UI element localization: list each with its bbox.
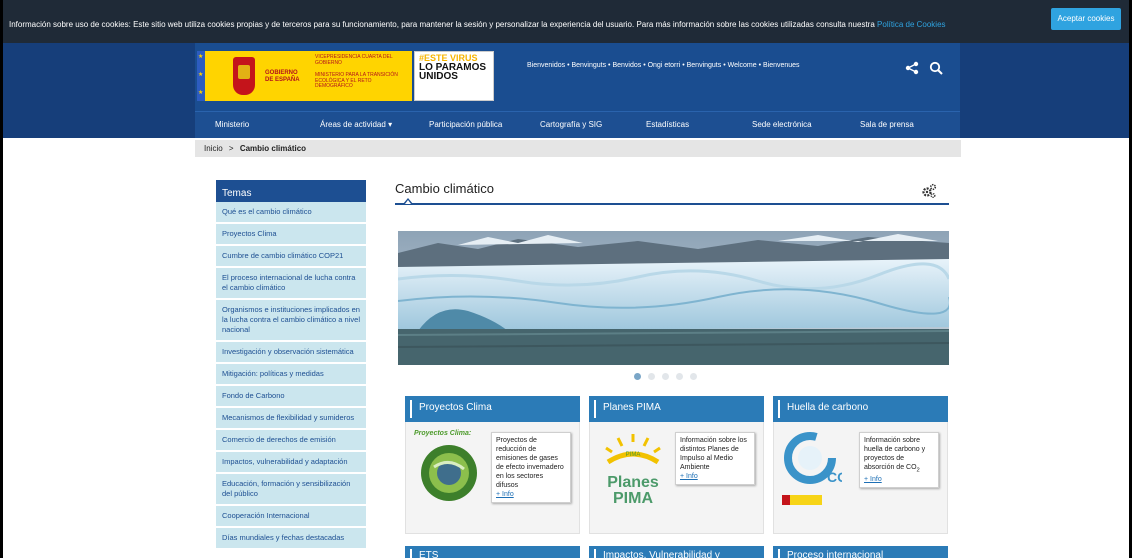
card-proceso-title[interactable]: Proceso internacional	[773, 546, 948, 558]
campaign-slogan: LO PARAMOS UNIDOS	[419, 62, 487, 82]
carousel-dots	[634, 367, 704, 380]
sidebar-item-mecanismos[interactable]: Mecanismos de flexibilidad y sumideros	[216, 408, 366, 430]
carousel-dot[interactable]	[662, 373, 669, 380]
nav-item-sede[interactable]: Sede electrónica	[752, 111, 812, 138]
glacier-image	[398, 231, 949, 365]
sidebar-item-impactos[interactable]: Impactos, vulnerabilidad y adaptación	[216, 452, 366, 474]
card-proyectos-clima: Proyectos Clima Proyectos Clima: Proyect…	[405, 396, 580, 536]
card-title[interactable]: Huella de carbono	[773, 396, 948, 422]
ministry-name: MINISTERIO PARA LA TRANSICIÓN ECOLÓGICA …	[315, 72, 398, 89]
planes-pima-logo[interactable]: PIMA Planes PIMA	[598, 432, 668, 512]
title-underline-notch	[403, 198, 413, 204]
eu-flag: ★ ★ ★	[197, 51, 205, 101]
breadcrumb-current: Cambio climático	[239, 144, 307, 153]
card-text: Proyectos de reducción de emisiones de g…	[496, 437, 564, 489]
svg-text:PIMA: PIMA	[626, 452, 641, 458]
sun-icon: PIMA	[605, 434, 661, 465]
huella-carbono-logo[interactable]: CO2	[782, 430, 856, 510]
sidebar-title: Temas	[216, 180, 366, 202]
campaign-banner[interactable]: #ESTE VIRUS LO PARAMOS UNIDOS	[414, 51, 494, 101]
carousel-dot[interactable]	[690, 373, 697, 380]
site-header: ★ ★ ★ GOBIERNO DE ESPAÑA VICEPRESIDENCIA C…	[3, 43, 1129, 111]
card-text: Información sobre los distintos Planes d…	[680, 437, 747, 471]
nav-item-areas-label: Áreas de actividad	[320, 120, 386, 129]
main-nav: Ministerio Áreas de actividad ▾ Particip…	[3, 111, 1129, 138]
sidebar-item-cop21[interactable]: Cumbre de cambio climático COP21	[216, 246, 366, 268]
sidebar-item-fondo-carbono[interactable]: Fondo de Carbono	[216, 386, 366, 408]
proyectos-clima-logo[interactable]: Proyectos Clima:	[414, 430, 484, 510]
government-name: GOBIERNO DE ESPAÑA	[265, 70, 300, 83]
carousel-image[interactable]	[398, 231, 949, 365]
card-title[interactable]: Proyectos Clima	[405, 396, 580, 422]
welcome-languages[interactable]: Bienvenidos • Benvinguts • Benvidos • On…	[527, 62, 800, 69]
coat-of-arms-icon	[233, 57, 255, 95]
nav-item-prensa[interactable]: Sala de prensa	[860, 111, 914, 138]
card-body: PIMA Planes PIMA Información sobre los d…	[589, 422, 764, 534]
page: Información sobre uso de cookies: Este s…	[0, 0, 1132, 558]
sidebar-item-que-es[interactable]: Qué es el cambio climático	[216, 202, 366, 224]
chevron-down-icon: ▾	[388, 120, 393, 129]
accept-cookies-button[interactable]: Aceptar cookies	[1051, 8, 1121, 30]
nav-item-cartografia[interactable]: Cartografía y SIG	[540, 111, 602, 138]
title-underline	[395, 203, 949, 205]
carousel-dot[interactable]	[676, 373, 683, 380]
sidebar-item-proceso-internacional[interactable]: El proceso internacional de lucha contra…	[216, 268, 366, 300]
card-huella-carbono: Huella de carbono CO2 Información sobre …	[773, 396, 948, 536]
card-description: Información sobre los distintos Planes d…	[675, 432, 755, 485]
card-more-link[interactable]: + Info	[864, 476, 882, 483]
nav-item-participacion[interactable]: Participación pública	[429, 111, 502, 138]
card-text-subscript: 2	[916, 467, 920, 474]
sidebar-item-dias-mundiales[interactable]: Días mundiales y fechas destacadas	[216, 528, 366, 550]
planes-pima-logo-text: Planes PIMA	[607, 474, 659, 507]
sidebar: Temas Qué es el cambio climático Proyect…	[216, 180, 366, 550]
card-more-link[interactable]: + Info	[496, 491, 514, 498]
card-more-link[interactable]: + Info	[680, 473, 698, 480]
cookie-policy-link[interactable]: Política de Cookies	[877, 20, 945, 29]
breadcrumb-separator: >	[228, 144, 234, 153]
carousel-dot[interactable]	[648, 373, 655, 380]
card-body: CO2 Información sobre huella de carbono …	[773, 422, 948, 534]
government-logo[interactable]: GOBIERNO DE ESPAÑA VICEPRESIDENCIA CUART…	[205, 51, 412, 101]
co2-icon: CO2	[784, 432, 856, 485]
cookie-banner: Información sobre uso de cookies: Este s…	[3, 0, 1129, 43]
page-title: Cambio climático	[395, 181, 494, 196]
vicepresidency-name: VICEPRESIDENCIA CUARTA DEL GOBIERNO	[315, 54, 393, 66]
share-icon[interactable]	[905, 61, 919, 75]
search-icon[interactable]	[929, 61, 943, 75]
nav-item-areas[interactable]: Áreas de actividad ▾	[320, 111, 392, 138]
sidebar-item-organismos[interactable]: Organismos e instituciones implicados en…	[216, 300, 366, 342]
breadcrumb-home[interactable]: Inicio	[204, 144, 223, 153]
card-impactos-title[interactable]: Impactos, Vulnerabilidad y	[589, 546, 764, 558]
card-text: Información sobre huella de carbono y pr…	[864, 437, 926, 471]
earth-icon	[421, 445, 477, 501]
nav-item-estadisticas[interactable]: Estadísticas	[646, 111, 689, 138]
cookie-message: Información sobre uso de cookies: Este s…	[9, 20, 946, 29]
card-ets-title[interactable]: ETS	[405, 546, 580, 558]
cookie-text: Información sobre uso de cookies: Este s…	[9, 20, 875, 29]
card-title[interactable]: Planes PIMA	[589, 396, 764, 422]
card-description: Proyectos de reducción de emisiones de g…	[491, 432, 571, 503]
sidebar-item-mitigacion[interactable]: Mitigación: políticas y medidas	[216, 364, 366, 386]
card-planes-pima: Planes PIMA PIMA Planes PIMA Información…	[589, 396, 764, 536]
breadcrumb: Inicio > Cambio climático	[195, 140, 961, 157]
gear-icon[interactable]	[921, 183, 937, 199]
ministry-small-logo	[782, 495, 822, 505]
proyectos-clima-logo-text: Proyectos Clima:	[414, 430, 472, 437]
sidebar-item-comercio[interactable]: Comercio de derechos de emisión	[216, 430, 366, 452]
nav-item-ministerio[interactable]: Ministerio	[215, 111, 249, 138]
sidebar-item-cooperacion[interactable]: Cooperación Internacional	[216, 506, 366, 528]
card-body: Proyectos Clima: Proyectos de reducción …	[405, 422, 580, 534]
card-description: Información sobre huella de carbono y pr…	[859, 432, 939, 489]
sidebar-item-educacion[interactable]: Educación, formación y sensibilización d…	[216, 474, 366, 506]
sidebar-item-investigacion[interactable]: Investigación y observación sistemática	[216, 342, 366, 364]
carousel-dot[interactable]	[634, 373, 641, 380]
co2-logo-text: CO2	[827, 469, 842, 485]
sidebar-item-proyectos-clima[interactable]: Proyectos Clima	[216, 224, 366, 246]
